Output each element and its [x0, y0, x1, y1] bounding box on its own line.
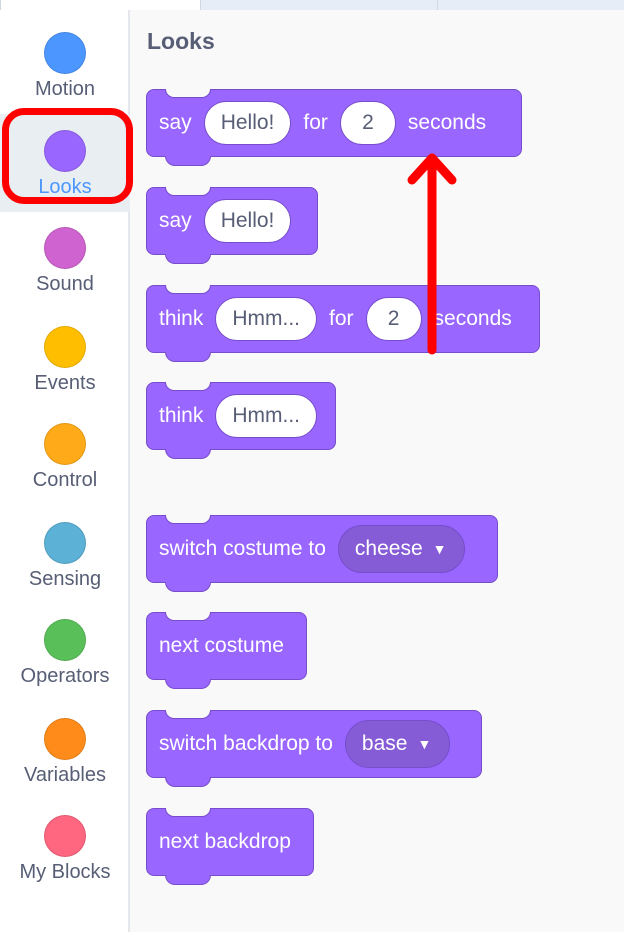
block-text: next costume	[159, 634, 284, 657]
think-block[interactable]: think Hmm...	[146, 382, 336, 459]
sensing-category-icon	[44, 522, 86, 564]
category-label: Sound	[36, 273, 94, 295]
category-motion[interactable]: Motion	[0, 16, 130, 114]
switch-backdrop-block[interactable]: switch backdrop to base ▼	[146, 710, 482, 787]
category-label: Looks	[38, 176, 92, 198]
caret-down-icon: ▼	[417, 736, 432, 752]
category-menu: Motion Looks Sound Events Control Sensin…	[0, 10, 130, 932]
next-costume-block[interactable]: next costume	[146, 612, 307, 689]
editor-tab-strip	[0, 0, 624, 10]
block-text: say	[159, 111, 192, 134]
next-backdrop-block[interactable]: next backdrop	[146, 808, 314, 885]
costume-dropdown[interactable]: cheese ▼	[337, 525, 466, 573]
code-tab[interactable]	[0, 0, 200, 10]
looks-category-icon	[44, 130, 86, 172]
block-tab	[165, 449, 211, 459]
block-tab	[165, 156, 211, 166]
message-input[interactable]: Hello!	[203, 101, 292, 145]
block-tab	[165, 777, 211, 787]
block-text: seconds	[433, 307, 512, 330]
message-input[interactable]: Hmm...	[215, 394, 318, 438]
block-text: for	[303, 111, 328, 134]
block-text: say	[159, 209, 192, 232]
block-notch	[165, 285, 211, 294]
category-looks[interactable]: Looks	[0, 114, 130, 212]
category-label: Motion	[34, 78, 96, 100]
dropdown-value: cheese	[354, 537, 423, 560]
say-block[interactable]: say Hello!	[146, 187, 318, 264]
operators-category-icon	[44, 619, 86, 661]
category-sensing[interactable]: Sensing	[0, 506, 130, 604]
category-label: Control	[32, 469, 98, 491]
category-label: My Blocks	[19, 861, 111, 883]
block-text: think	[159, 307, 204, 330]
category-sound[interactable]: Sound	[0, 211, 130, 309]
costumes-tab[interactable]	[200, 0, 437, 10]
block-text: switch backdrop to	[159, 732, 333, 755]
category-operators[interactable]: Operators	[0, 603, 130, 701]
block-text: think	[159, 404, 204, 427]
block-notch	[165, 187, 211, 196]
motion-category-icon	[44, 32, 86, 74]
variables-category-icon	[44, 718, 86, 760]
block-notch	[165, 89, 211, 98]
palette-heading: Looks	[147, 28, 215, 54]
think-for-seconds-block[interactable]: think Hmm... for 2 seconds	[146, 285, 540, 362]
block-notch	[165, 382, 211, 391]
message-input[interactable]: Hello!	[203, 199, 292, 243]
category-control[interactable]: Control	[0, 407, 130, 505]
category-label: Operators	[20, 665, 110, 687]
sound-category-icon	[44, 227, 86, 269]
category-label: Sensing	[28, 568, 102, 590]
category-variables[interactable]: Variables	[0, 702, 130, 800]
message-input[interactable]: Hmm...	[215, 297, 318, 341]
category-events[interactable]: Events	[0, 310, 130, 408]
block-tab	[165, 352, 211, 362]
my-blocks-category-icon	[44, 815, 86, 857]
block-notch	[165, 808, 211, 817]
block-notch	[165, 515, 211, 524]
category-label: Events	[34, 372, 96, 394]
seconds-input[interactable]: 2	[339, 101, 396, 145]
category-label: Variables	[24, 764, 106, 786]
blocks-palette-screen: Motion Looks Sound Events Control Sensin…	[0, 0, 624, 932]
block-tab	[165, 582, 211, 592]
say-for-seconds-block[interactable]: say Hello! for 2 seconds	[146, 89, 522, 166]
block-notch	[165, 612, 211, 621]
seconds-input[interactable]: 2	[365, 297, 422, 341]
backdrop-dropdown[interactable]: base ▼	[344, 720, 451, 768]
category-my-blocks[interactable]: My Blocks	[0, 799, 130, 897]
block-text: seconds	[407, 111, 487, 134]
block-tab	[165, 875, 211, 885]
block-text: for	[329, 307, 354, 330]
block-text: switch costume to	[159, 537, 326, 560]
block-notch	[165, 710, 211, 719]
dropdown-value: base	[361, 732, 408, 755]
caret-down-icon: ▼	[432, 541, 447, 557]
events-category-icon	[44, 326, 86, 368]
block-text: next backdrop	[159, 830, 291, 853]
block-tab	[165, 254, 211, 264]
sounds-tab[interactable]	[437, 0, 624, 10]
control-category-icon	[44, 423, 86, 465]
block-tab	[165, 679, 211, 689]
switch-costume-block[interactable]: switch costume to cheese ▼	[146, 515, 498, 592]
